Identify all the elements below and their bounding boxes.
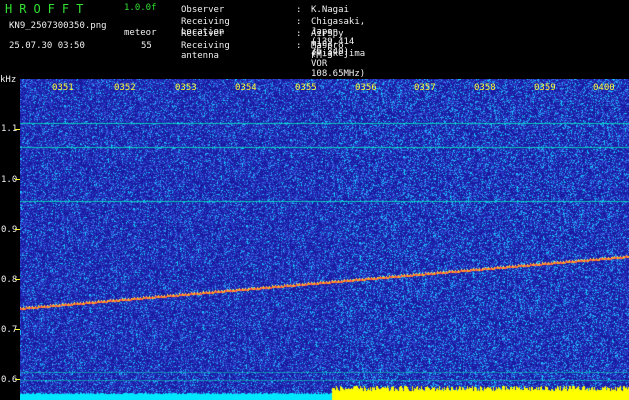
app-title: HROFFT	[5, 2, 91, 16]
x-tick-label: 0359	[534, 83, 556, 93]
y-tick-label: 0.6	[1, 375, 18, 385]
info-colon: :	[296, 29, 302, 39]
info-key: Receiver	[181, 29, 225, 39]
info-colon: :	[296, 5, 302, 15]
info-key: Observer	[181, 5, 225, 15]
info-value: K.Nagai	[311, 5, 349, 15]
x-tick-label: 0351	[52, 83, 74, 93]
info-colon: :	[296, 17, 302, 27]
spectrogram-canvas	[20, 79, 629, 400]
x-tick-label: 0355	[295, 83, 317, 93]
x-tick-label: 0353	[175, 83, 197, 93]
x-tick-label: 0356	[355, 83, 377, 93]
x-tick-label: 0358	[474, 83, 496, 93]
x-tick-label: 0357	[414, 83, 436, 93]
y-tick-label: 0.9	[1, 225, 18, 235]
x-tick-label: 0354	[235, 83, 257, 93]
meteor-count: 55	[141, 41, 152, 51]
waterfall-spectrogram	[20, 79, 629, 400]
y-axis-unit: kHz	[0, 75, 17, 85]
x-tick-label: 0352	[114, 83, 136, 93]
meteor-label: meteor	[124, 28, 157, 38]
app-version: 1.0.0f	[124, 3, 157, 13]
y-tick-label: 0.7	[1, 325, 18, 335]
y-tick-label: 0.8	[1, 275, 18, 285]
hrofft-window: HROFFT 1.0.0f KN9_2507300350.png meteor …	[0, 0, 629, 400]
info-value: Maspro FM-3	[311, 41, 344, 61]
info-key: Receiving antenna	[181, 41, 230, 61]
info-colon: :	[296, 41, 302, 51]
x-tick-label: 0400	[593, 83, 615, 93]
timestamp: 25.07.30 03:50	[9, 41, 85, 51]
file-name: KN9_2507300350.png	[9, 21, 107, 31]
y-tick-label: 1.0	[1, 175, 18, 185]
